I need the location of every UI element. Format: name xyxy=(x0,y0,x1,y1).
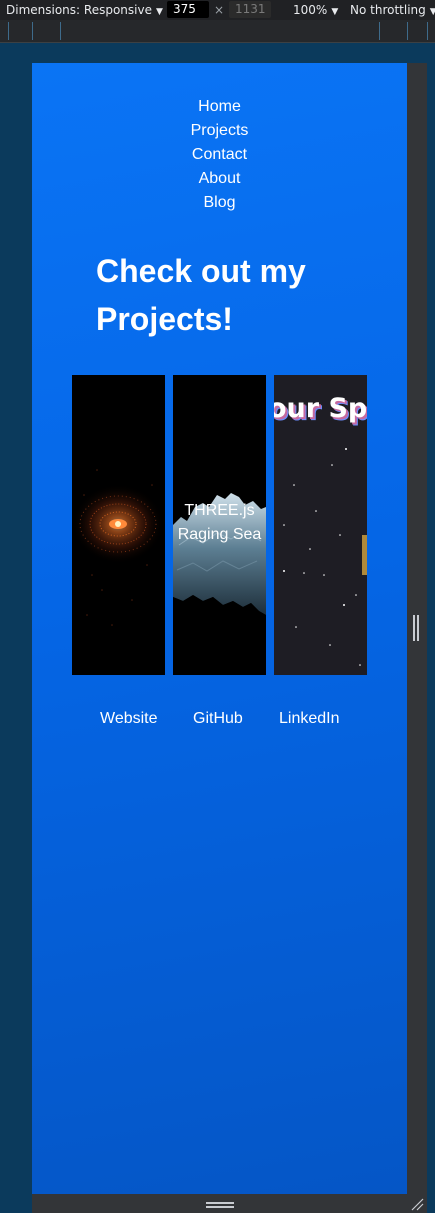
grip-icon xyxy=(206,1202,234,1208)
nav-link-blog[interactable]: Blog xyxy=(32,191,407,215)
spiral-galaxy-image xyxy=(72,469,164,626)
ruler-tick xyxy=(427,22,428,40)
zoom-dropdown[interactable]: 100% ▼ xyxy=(293,3,338,17)
main-nav: Home Projects Contact About Blog xyxy=(32,95,407,215)
project-card-raging-sea[interactable]: THREE.js Raging Sea xyxy=(173,375,266,675)
project-card-galaxy[interactable] xyxy=(72,375,165,675)
devtools-toolbar: Dimensions: Responsive ▼ 375 × 1131 100% ▼… xyxy=(0,0,435,20)
nav-link-about[interactable]: About xyxy=(32,167,407,191)
nav-link-projects[interactable]: Projects xyxy=(32,119,407,143)
times-sign: × xyxy=(214,3,225,17)
device-viewport: Home Projects Contact About Blog Check o… xyxy=(32,63,407,1194)
nav-link-home[interactable]: Home xyxy=(32,95,407,119)
caret-down-icon: ▼ xyxy=(429,7,435,17)
ruler-tick xyxy=(407,22,408,40)
project-card-title: our Sp xyxy=(274,393,367,424)
grip-icon xyxy=(413,615,419,641)
ruler-tick xyxy=(8,22,9,40)
website-link[interactable]: Website xyxy=(100,707,158,731)
caret-down-icon: ▼ xyxy=(331,7,339,17)
height-input[interactable]: 1131 xyxy=(229,1,271,18)
width-input[interactable]: 375 xyxy=(167,1,209,18)
footer-links: Website GitHub LinkedIn xyxy=(32,707,407,731)
project-card-space[interactable]: our Sp xyxy=(274,375,367,675)
projects-gallery: THREE.js Raging Sea our Sp xyxy=(72,375,368,675)
dimensions-label: Dimensions: Responsive xyxy=(6,3,152,17)
page-title: Check out my Projects! xyxy=(96,253,306,337)
ruler-tick xyxy=(60,22,61,40)
linkedin-link[interactable]: LinkedIn xyxy=(279,707,340,731)
ruler-tick xyxy=(32,22,33,40)
project-card-label: THREE.js Raging Sea xyxy=(177,502,262,543)
corner-resize-icon[interactable] xyxy=(410,1197,424,1211)
throttling-label: No throttling xyxy=(350,3,426,17)
ruler-tick xyxy=(379,22,380,40)
throttling-dropdown[interactable]: No throttling ▼ xyxy=(350,3,435,17)
zoom-label: 100% xyxy=(293,3,328,17)
dimensions-dropdown[interactable]: Dimensions: Responsive ▼ xyxy=(6,3,163,17)
caret-down-icon: ▼ xyxy=(155,7,163,17)
media-query-ruler[interactable] xyxy=(0,20,435,43)
github-link[interactable]: GitHub xyxy=(193,707,243,731)
nav-link-contact[interactable]: Contact xyxy=(32,143,407,167)
